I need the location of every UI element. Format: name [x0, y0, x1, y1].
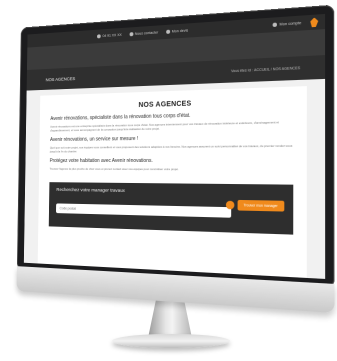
monitor: 04 91 XX XX Nous contacter Mon devis Mon… [16, 4, 335, 325]
paragraph-specialist: Avenir rénovations est une entreprise sp… [50, 120, 279, 133]
user-icon [272, 22, 278, 28]
breadcrumb[interactable]: Vous êtes ici : ACCUEIL / NOS AGENCES [231, 66, 300, 73]
heading-service: Avenir rénovations, un service sur mesur… [49, 135, 139, 143]
search-icon[interactable] [225, 200, 234, 210]
mail-icon [129, 32, 134, 37]
account-label: Mon compte [279, 20, 302, 27]
phone-label: 04 91 XX XX [102, 32, 122, 39]
paragraph-protect: Trouvez l'agence la plus proche de chez … [49, 166, 179, 172]
page-header-title: NOS AGENCES [45, 75, 76, 82]
devis-link[interactable]: Mon devis [165, 28, 189, 34]
document-icon [165, 29, 170, 34]
search-row: Trouver mon manager [56, 197, 285, 218]
main-content: NOS AGENCES Avenir rénovations, spéciali… [37, 86, 307, 279]
search-title: Recherchez votre manager travaux [56, 188, 126, 194]
postal-code-input[interactable] [56, 203, 231, 218]
manager-search-panel: Recherchez votre manager travaux Trouver… [48, 182, 294, 235]
screen: 04 91 XX XX Nous contacter Mon devis Mon… [23, 13, 326, 279]
heading-protect: Protégez votre habitation avec Avenir ré… [49, 157, 153, 165]
brand-logo-icon[interactable] [310, 17, 318, 27]
search-field-wrap [56, 197, 234, 218]
phone-icon [97, 34, 101, 39]
paragraph-service: Quel que soit votre projet, nos équipes … [49, 143, 293, 154]
contact-label: Nous contacter [134, 30, 159, 36]
monitor-stand-base [112, 334, 230, 348]
monitor-bezel: 04 91 XX XX Nous contacter Mon devis Mon… [16, 4, 335, 289]
page-title: NOS AGENCES [138, 100, 192, 110]
product-mockup: 04 91 XX XX Nous contacter Mon devis Mon… [0, 0, 337, 361]
devis-label: Mon devis [171, 28, 189, 34]
find-manager-button[interactable]: Trouver mon manager [237, 199, 285, 212]
account-link[interactable]: Mon compte [272, 20, 302, 28]
phone-link[interactable]: 04 91 XX XX [97, 33, 122, 39]
contact-link[interactable]: Nous contacter [129, 30, 159, 37]
